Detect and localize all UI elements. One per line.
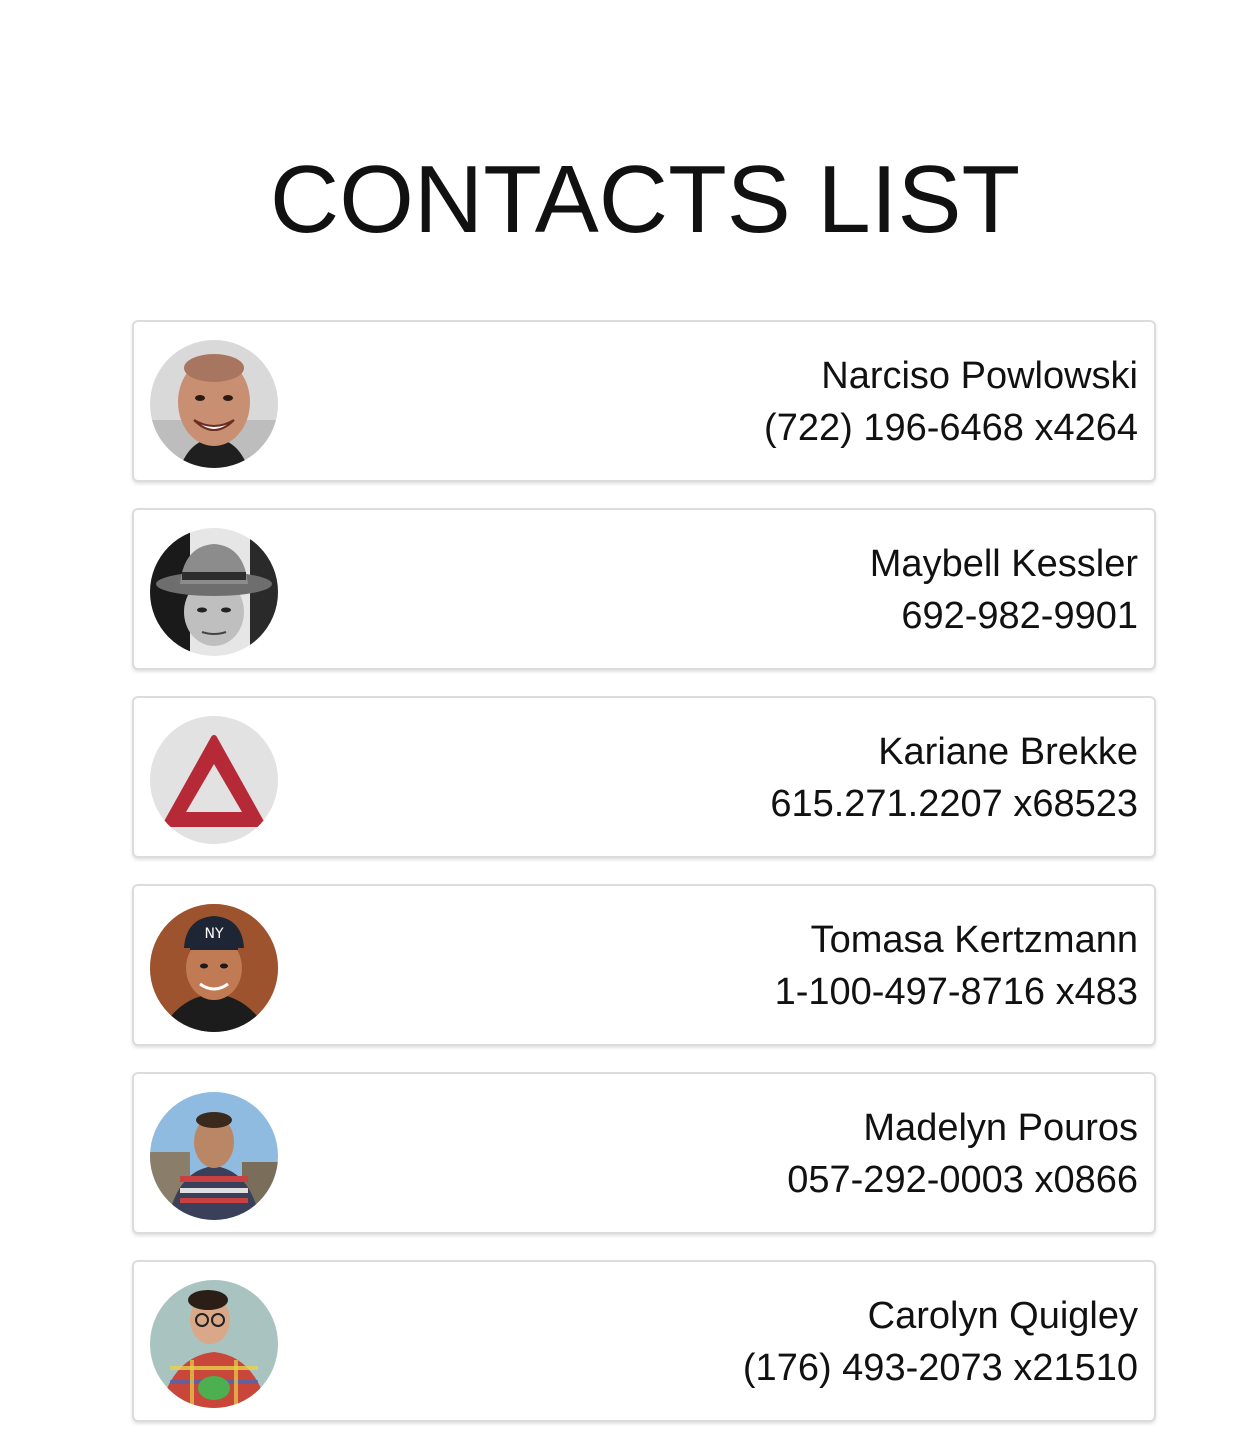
contact-phone: 057-292-0003 x0866 <box>787 1159 1138 1201</box>
contact-avatar <box>150 1092 278 1220</box>
contact-card[interactable]: Narciso Powlowski (722) 196-6468 x4264 <box>132 320 1156 482</box>
contact-name: Narciso Powlowski <box>821 355 1138 397</box>
page-title: CONTACTS LIST <box>269 146 1021 253</box>
contact-info: Madelyn Pouros 057-292-0003 x0866 <box>787 1102 1138 1206</box>
contacts-page: CONTACTS LIST Narciso Powlowski (722) 19… <box>0 0 1238 1444</box>
contact-phone: 615.271.2207 x68523 <box>770 783 1138 825</box>
contact-name: Madelyn Pouros <box>863 1107 1138 1149</box>
contact-avatar <box>150 1280 278 1408</box>
contact-phone: 692-982-9901 <box>901 595 1138 637</box>
contact-name: Tomasa Kertzmann <box>810 919 1138 961</box>
contact-info: Narciso Powlowski (722) 196-6468 x4264 <box>764 350 1138 454</box>
contact-card[interactable]: Carolyn Quigley (176) 493-2073 x21510 <box>132 1260 1156 1422</box>
contact-info: Maybell Kessler 692-982-9901 <box>870 538 1138 642</box>
contact-card[interactable]: Kariane Brekke 615.271.2207 x68523 <box>132 696 1156 858</box>
contact-info: Tomasa Kertzmann 1-100-497-8716 x483 <box>775 914 1138 1018</box>
contacts-list: Narciso Powlowski (722) 196-6468 x4264 M… <box>132 320 1156 1444</box>
contact-card[interactable]: NY Tomasa Kertzmann 1-100-497-8716 x483 <box>132 884 1156 1046</box>
triangle-icon <box>150 716 278 844</box>
contact-card[interactable]: Madelyn Pouros 057-292-0003 x0866 <box>132 1072 1156 1234</box>
contact-name: Kariane Brekke <box>878 731 1138 773</box>
contact-phone: 1-100-497-8716 x483 <box>774 971 1138 1013</box>
contact-phone: (176) 493-2073 x21510 <box>742 1347 1138 1389</box>
contact-avatar: NY <box>150 904 278 1032</box>
contact-card[interactable]: Maybell Kessler 692-982-9901 <box>132 508 1156 670</box>
contact-avatar <box>150 528 278 656</box>
contact-name: Carolyn Quigley <box>867 1295 1138 1337</box>
contact-info: Kariane Brekke 615.271.2207 x68523 <box>770 726 1138 830</box>
contact-name: Maybell Kessler <box>869 543 1138 585</box>
contact-phone: (722) 196-6468 x4264 <box>764 407 1138 449</box>
contact-avatar <box>150 340 278 468</box>
contact-info: Carolyn Quigley (176) 493-2073 x21510 <box>743 1290 1138 1394</box>
svg-text:NY: NY <box>204 926 223 942</box>
